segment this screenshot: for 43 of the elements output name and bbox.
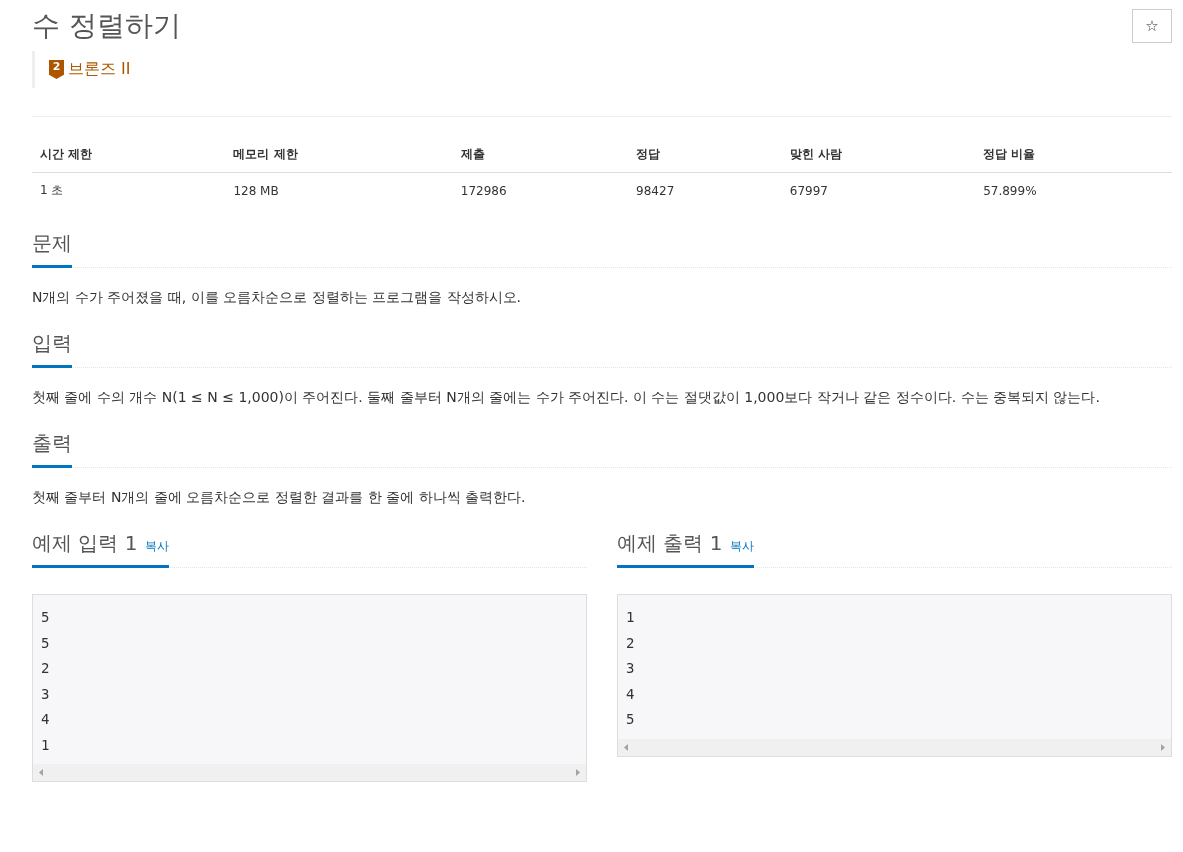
table-cell: 1 초 bbox=[32, 172, 226, 208]
horizontal-scrollbar[interactable] bbox=[618, 738, 1171, 756]
section-heading: 문제 bbox=[32, 230, 72, 268]
table-cell: 128 MB bbox=[225, 172, 453, 208]
favorite-button[interactable]: ☆ bbox=[1132, 9, 1172, 43]
code-line: 4 bbox=[41, 710, 51, 729]
sample-heading: 예제 입력 1 bbox=[32, 530, 138, 557]
tier-label[interactable]: 브론즈 II bbox=[68, 59, 131, 80]
column-header: 제출 bbox=[452, 137, 629, 173]
scroll-left-icon[interactable] bbox=[39, 769, 43, 776]
copy-link[interactable]: 복사 bbox=[730, 538, 755, 555]
code-line: 1 bbox=[41, 735, 51, 755]
section-text: 첫째 줄부터 N개의 줄에 오름차순으로 정렬한 결과를 한 줄에 하나씩 출력한다. bbox=[32, 488, 527, 507]
table-cell: 98427 bbox=[628, 172, 782, 208]
column-header: 정답 비율 bbox=[975, 137, 1172, 173]
code-line: 5 bbox=[41, 608, 51, 627]
section-heading: 입력 bbox=[32, 330, 72, 368]
table-cell: 57.899% bbox=[975, 172, 1172, 208]
column-header: 정답 bbox=[628, 137, 782, 173]
tier-badge-icon: 2 bbox=[49, 60, 64, 79]
code-line: 2 bbox=[626, 633, 636, 653]
column-header: 맞힌 사람 bbox=[781, 137, 976, 173]
section-text: 첫째 줄에 수의 개수 N(1 ≤ N ≤ 1,000)이 주어진다. 둘째 줄부터 N개의 줄에는 수가 주어진다. 이 수는 절댓값이 1,000보다 작거나 같은 정수이다. 수는 중복되지 않는다. bbox=[32, 388, 1101, 407]
horizontal-scrollbar[interactable] bbox=[33, 764, 586, 781]
table-cell: 67997 bbox=[781, 172, 976, 208]
section-heading: 출력 bbox=[32, 430, 72, 468]
code-line: 5 bbox=[626, 710, 636, 729]
code-line: 1 bbox=[626, 608, 636, 627]
code-line: 4 bbox=[626, 684, 636, 704]
scroll-left-icon[interactable] bbox=[624, 743, 628, 751]
code-line: 3 bbox=[41, 684, 51, 704]
code-line: 3 bbox=[626, 659, 636, 678]
copy-link[interactable]: 복사 bbox=[145, 538, 170, 555]
code-line: 2 bbox=[41, 659, 51, 678]
sample-heading: 예제 출력 1 bbox=[617, 530, 723, 557]
code-line: 5 bbox=[41, 633, 51, 653]
table-cell: 172986 bbox=[452, 172, 629, 208]
problem-title: 수 정렬하기 bbox=[32, 8, 181, 44]
scroll-right-icon[interactable] bbox=[576, 769, 580, 776]
scroll-right-icon[interactable] bbox=[1161, 743, 1165, 751]
column-header: 메모리 제한 bbox=[225, 137, 453, 173]
column-header: 시간 제한 bbox=[32, 137, 226, 173]
section-text: N개의 수가 주어졌을 때, 이를 오름차순으로 정렬하는 프로그램을 작성하시오. bbox=[32, 288, 522, 307]
